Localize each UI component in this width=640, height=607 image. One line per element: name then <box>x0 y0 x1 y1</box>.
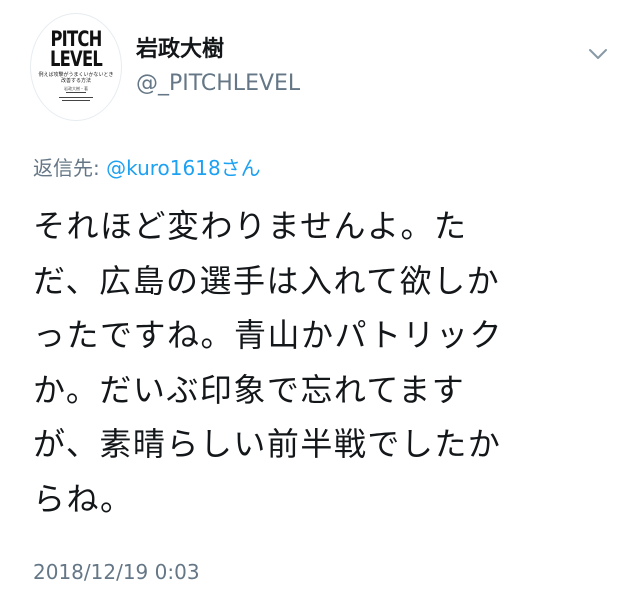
book-subtitle-line2: 改善する方法 <box>60 78 91 84</box>
book-title-line2: LEVEL <box>49 47 103 71</box>
tweet-line: それほど変わりませんよ。た <box>33 207 468 245</box>
timestamp[interactable]: 2018/12/19 0:03 <box>33 558 200 586</box>
tweet-line: が、素晴らしい前半戦でしたか <box>33 425 502 463</box>
book-cover-image: PITCH LEVEL 例えば攻撃がうまくいかないとき 改善する方法 岩政大樹・… <box>36 15 116 119</box>
tweet-line: だ、広島の選手は入れて欲しか <box>33 261 501 300</box>
tweet-line: か。だいぶ印象で忘れてます <box>33 370 466 409</box>
avatar[interactable]: PITCH LEVEL 例えば攻撃がうまくいかないとき 改善する方法 岩政大樹・… <box>30 13 122 121</box>
chevron-down-icon[interactable] <box>586 42 610 66</box>
reply-user-link[interactable]: @kuro1618さん <box>106 156 261 180</box>
tweet: PITCH LEVEL 例えば攻撃がうまくいかないとき 改善する方法 岩政大樹・… <box>0 0 640 607</box>
user-handle[interactable]: @_PITCHLEVEL <box>136 70 300 98</box>
book-author: 岩政大樹・著 <box>64 86 88 91</box>
display-name[interactable]: 岩政大樹 <box>136 36 224 64</box>
reply-to: 返信先: @kuro1618さん <box>33 154 261 182</box>
tweet-line: ったですね。青山かパトリック <box>33 316 503 354</box>
book-divider <box>66 92 86 93</box>
book-blurb <box>36 97 116 101</box>
tweet-line: らね。 <box>33 479 134 518</box>
tweet-text: それほど変わりませんよ。た だ、広島の選手は入れて欲しか ったですね。青山かパト… <box>33 199 623 526</box>
reply-prefix: 返信先: <box>33 156 100 180</box>
book-title-line1: PITCH <box>50 27 102 51</box>
